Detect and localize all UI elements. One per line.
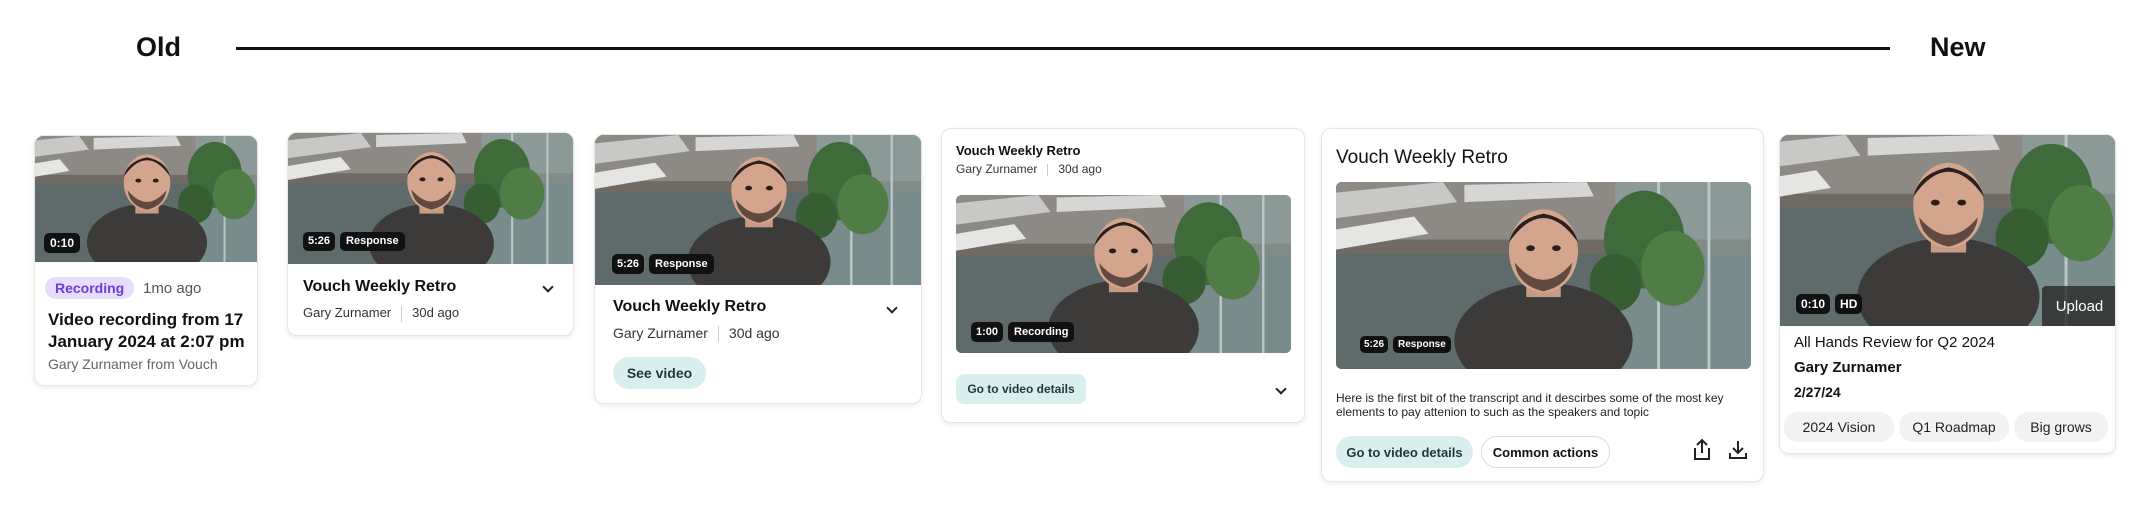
see-video-button[interactable]: See video [613, 357, 706, 389]
card-title: Vouch Weekly Retro [956, 143, 1081, 158]
response-badge: Response [649, 254, 714, 274]
author-name: Gary Zurnamer [956, 162, 1038, 176]
date-text: 2/27/24 [1794, 384, 1841, 400]
meta-divider [401, 305, 403, 322]
video-thumbnail[interactable]: 5:26 Response [595, 135, 921, 285]
video-thumbnail[interactable]: 0:10 HD Upload [1780, 135, 2115, 326]
age-text: 30d ago [1058, 162, 1102, 176]
byline: Gary Zurnamer from Vouch [48, 356, 218, 372]
video-card-v3[interactable]: 5:26 Response Vouch Weekly Retro Gary Zu… [594, 134, 922, 404]
video-card-v6[interactable]: 0:10 HD Upload All Hands Review for Q2 2… [1779, 134, 2116, 454]
video-thumbnail[interactable]: 1:00 Recording [956, 195, 1291, 353]
age-text: 30d ago [412, 305, 460, 320]
author-name: Gary Zurnamer [1794, 359, 1902, 376]
go-to-video-details-button[interactable]: Go to video details [1336, 436, 1473, 468]
duration-badge: 0:10 [44, 233, 81, 253]
card-title-line2: January 2024 at 2:07 pm [48, 332, 245, 351]
duration-badge: 5:26 [1360, 336, 1389, 353]
meta-divider [1047, 163, 1049, 176]
video-thumbnail[interactable]: 5:26 Response [1336, 182, 1751, 369]
recording-badge: Recording [1008, 322, 1075, 342]
timeline-old-label: Old [136, 32, 181, 62]
tag-chip[interactable]: 2024 Vision [1784, 412, 1894, 442]
timeline-line [236, 47, 1890, 50]
hd-badge: HD [1835, 294, 1863, 314]
video-card-v1[interactable]: 0:10 Recording 1mo ago Video recording f… [34, 135, 258, 386]
upload-button[interactable]: Upload [2042, 286, 2115, 326]
video-card-v2[interactable]: 5:26 Response Vouch Weekly Retro Gary Zu… [287, 132, 574, 336]
response-badge: Response [1393, 336, 1451, 353]
age-text: 30d ago [728, 325, 780, 341]
card-title: Vouch Weekly Retro [613, 298, 767, 315]
timeline-new-label: New [1930, 32, 1986, 62]
duration-badge: 0:10 [1796, 294, 1831, 314]
duration-badge: 5:26 [612, 254, 645, 274]
card-title: Vouch Weekly Retro [303, 278, 457, 295]
transcript-line1: Here is the first bit of the transcript … [1336, 391, 1724, 405]
expand-chevron-icon[interactable] [540, 278, 556, 294]
card-meta: Gary Zurnamer 30d ago [956, 162, 1102, 176]
expand-chevron-icon[interactable] [884, 299, 900, 315]
age-text: 1mo ago [143, 280, 202, 297]
recording-status-badge: Recording [45, 277, 135, 299]
video-card-v4[interactable]: Vouch Weekly Retro Gary Zurnamer 30d ago … [941, 128, 1305, 423]
card-title-line1: Video recording from 17 [48, 310, 244, 329]
duration-badge: 1:00 [971, 322, 1004, 342]
video-thumbnail[interactable]: 0:10 [35, 136, 257, 262]
video-thumbnail[interactable]: 5:26 Response [288, 133, 573, 264]
author-name: Gary Zurnamer [303, 305, 392, 320]
card-meta: Gary Zurnamer 30d ago [613, 325, 780, 343]
timeline-header: Old New [0, 0, 2150, 100]
expand-chevron-icon[interactable] [1273, 380, 1289, 396]
transcript-line2: elements to pay attenion to such as the … [1336, 405, 1649, 419]
card-title: Vouch Weekly Retro [1336, 147, 1508, 168]
video-card-v5[interactable]: Vouch Weekly Retro 5:26 Response Here is… [1321, 128, 1764, 482]
meta-divider [717, 326, 719, 343]
response-badge: Response [340, 232, 405, 251]
tag-chip[interactable]: Q1 Roadmap [1899, 412, 2009, 442]
author-name: Gary Zurnamer [613, 325, 708, 341]
common-actions-button[interactable]: Common actions [1481, 436, 1610, 468]
card-meta: Gary Zurnamer 30d ago [303, 305, 459, 322]
tag-chip[interactable]: Big grows [2014, 412, 2108, 442]
download-icon[interactable] [1727, 439, 1749, 461]
go-to-video-details-button[interactable]: Go to video details [956, 374, 1086, 404]
duration-badge: 5:26 [303, 232, 336, 251]
card-title: All Hands Review for Q2 2024 [1794, 334, 1995, 351]
share-icon[interactable] [1691, 438, 1713, 462]
